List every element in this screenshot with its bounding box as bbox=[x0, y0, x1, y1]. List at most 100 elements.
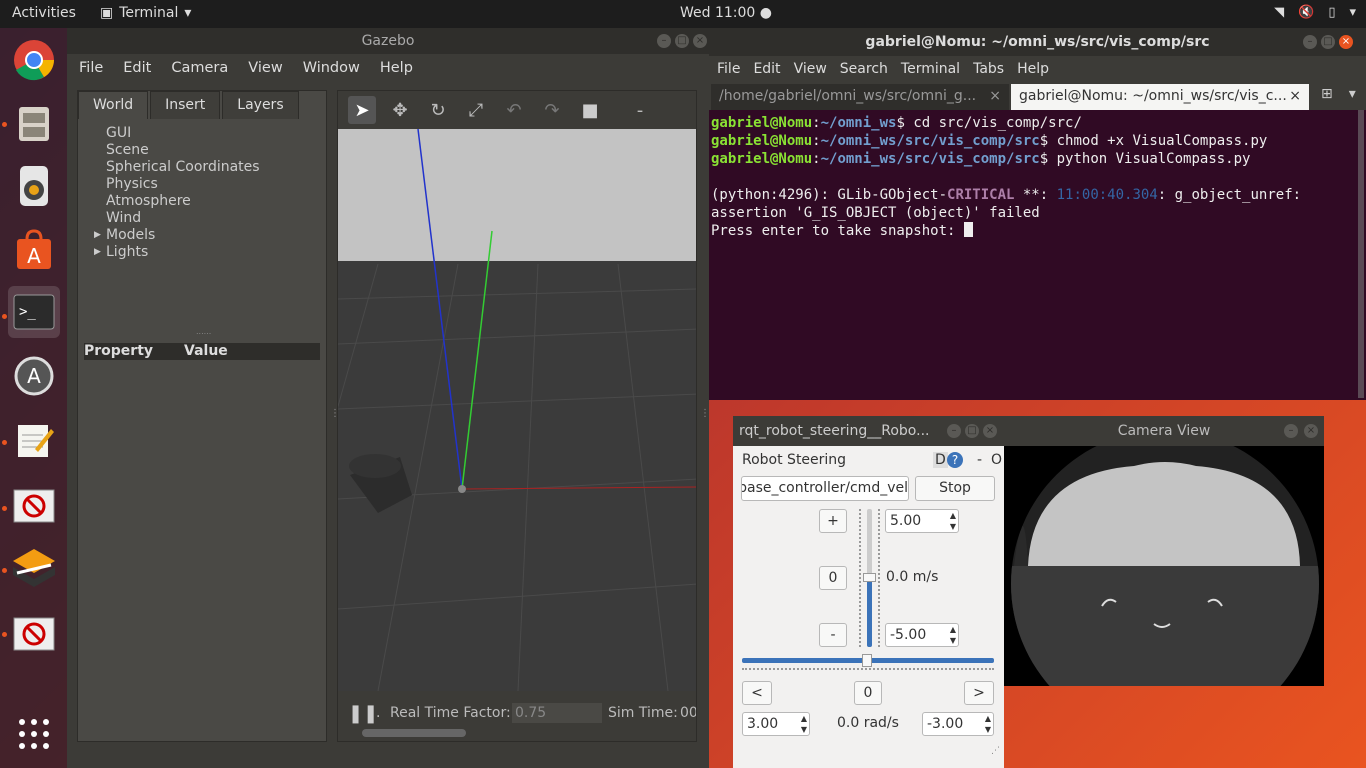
resize-grip-icon[interactable]: ⋰ bbox=[991, 746, 1000, 756]
maximize-button[interactable]: □ bbox=[675, 34, 689, 48]
decrease-linear-button[interactable]: - bbox=[819, 623, 847, 647]
panel-splitter[interactable]: ⋮ bbox=[330, 408, 340, 419]
close-button[interactable]: × bbox=[1304, 424, 1318, 438]
close-tab-icon[interactable]: × bbox=[989, 88, 1001, 104]
zero-linear-button[interactable]: 0 bbox=[819, 566, 847, 590]
menu-view[interactable]: View bbox=[794, 56, 827, 82]
unknown-app-launcher[interactable] bbox=[8, 480, 60, 532]
rotate-icon[interactable]: ↻ bbox=[424, 96, 452, 124]
chrome-launcher[interactable] bbox=[8, 34, 60, 86]
menu-view[interactable]: View bbox=[248, 54, 282, 82]
tab-insert[interactable]: Insert bbox=[150, 91, 221, 119]
slider-handle[interactable] bbox=[863, 573, 876, 582]
expand-arrow-icon[interactable]: ▶ bbox=[94, 227, 101, 244]
terminal-scrollbar[interactable] bbox=[1358, 110, 1364, 398]
tree-item-models[interactable]: ▶ Models bbox=[94, 227, 260, 244]
menu-tabs[interactable]: Tabs bbox=[973, 56, 1004, 82]
box-shape-icon[interactable]: ■ bbox=[576, 96, 604, 124]
camera-title-bar[interactable]: Camera View – × bbox=[1004, 416, 1324, 446]
software-center-launcher[interactable]: A bbox=[8, 224, 60, 276]
tree-item-atmosphere[interactable]: Atmosphere bbox=[106, 193, 260, 210]
new-tab-icon[interactable]: ⊞ bbox=[1321, 86, 1333, 110]
unknown-app-launcher-2[interactable] bbox=[8, 608, 60, 660]
terminal-title-bar[interactable]: gabriel@Nomu: ~/omni_ws/src/vis_comp/src bbox=[709, 28, 1366, 56]
max-linear-spinbox[interactable]: 5.00 ▲ ▼ bbox=[885, 509, 959, 533]
linear-velocity-slider[interactable] bbox=[859, 509, 881, 647]
menu-edit[interactable]: Edit bbox=[753, 56, 780, 82]
tab-world[interactable]: World bbox=[78, 91, 149, 119]
tree-item-gui[interactable]: GUI bbox=[106, 125, 260, 142]
system-tray[interactable]: ◥ 🔇 ▯ ▾ bbox=[1274, 5, 1356, 20]
spin-arrows-icon[interactable]: ▲ ▼ bbox=[950, 624, 956, 646]
scale-icon[interactable]: ⤢ bbox=[462, 96, 490, 124]
menu-search[interactable]: Search bbox=[840, 56, 888, 82]
tree-item-spherical-coordinates[interactable]: Spherical Coordinates bbox=[106, 159, 260, 176]
more-options-icon[interactable]: - bbox=[626, 96, 654, 124]
gazebo-title-bar[interactable]: Gazebo bbox=[67, 28, 709, 54]
angular-velocity-slider[interactable] bbox=[742, 654, 994, 674]
3d-viewport[interactable]: ➤ ✥ ↻ ⤢ ↶ ↷ ■ - ❚❚ . Real Time Factor: 0… bbox=[337, 90, 697, 742]
text-editor-launcher[interactable] bbox=[8, 414, 60, 466]
help-icon[interactable]: ? bbox=[947, 452, 963, 468]
redo-icon[interactable]: ↷ bbox=[538, 96, 566, 124]
menu-camera[interactable]: Camera bbox=[171, 54, 228, 82]
undo-icon[interactable]: ↶ bbox=[500, 96, 528, 124]
spin-arrows-icon[interactable]: ▲ ▼ bbox=[985, 713, 991, 735]
select-arrow-icon[interactable]: ➤ bbox=[348, 96, 376, 124]
expand-arrow-icon[interactable]: ▶ bbox=[94, 244, 101, 261]
menu-help[interactable]: Help bbox=[380, 54, 413, 82]
chevron-down-icon[interactable]: ▾ bbox=[1349, 86, 1356, 110]
app-menu[interactable]: ▣ Terminal ▾ bbox=[100, 5, 191, 21]
stop-button[interactable]: Stop bbox=[915, 476, 995, 501]
turn-right-button[interactable]: > bbox=[964, 681, 994, 705]
menu-file[interactable]: File bbox=[717, 56, 740, 82]
terminal-launcher[interactable]: >_ bbox=[8, 286, 60, 338]
close-button[interactable]: × bbox=[983, 424, 997, 438]
tab-layers[interactable]: Layers bbox=[222, 91, 299, 119]
spin-arrows-icon[interactable]: ▲ ▼ bbox=[950, 510, 956, 532]
terminal-tab-2[interactable]: gabriel@Nomu: ~/omni_ws/src/vis_c... × bbox=[1011, 84, 1309, 110]
maximize-button[interactable]: □ bbox=[1321, 35, 1335, 49]
horizontal-scrollbar[interactable] bbox=[362, 729, 466, 737]
maximize-button[interactable]: □ bbox=[965, 424, 979, 438]
minimize-button[interactable]: – bbox=[1284, 424, 1298, 438]
minimize-button[interactable]: – bbox=[1303, 35, 1317, 49]
min-angular-spinbox[interactable]: -3.00 ▲ ▼ bbox=[922, 712, 994, 736]
menu-terminal[interactable]: Terminal bbox=[901, 56, 960, 82]
gazebo-launcher[interactable] bbox=[8, 542, 60, 594]
dock-toggle-button[interactable]: D bbox=[933, 452, 948, 468]
topic-input[interactable]: base_controller/cmd_vel bbox=[741, 476, 909, 501]
panel-splitter-right[interactable]: ⋮ bbox=[700, 408, 710, 419]
menu-file[interactable]: File bbox=[79, 54, 103, 82]
slider-handle[interactable] bbox=[862, 654, 872, 667]
tree-item-physics[interactable]: Physics bbox=[106, 176, 260, 193]
menu-window[interactable]: Window bbox=[303, 54, 360, 82]
close-button[interactable]: × bbox=[1339, 35, 1353, 49]
close-tab-icon[interactable]: × bbox=[1289, 88, 1301, 104]
turn-left-button[interactable]: < bbox=[742, 681, 772, 705]
activities-button[interactable]: Activities bbox=[12, 5, 76, 21]
menu-edit[interactable]: Edit bbox=[123, 54, 151, 82]
increase-linear-button[interactable]: + bbox=[819, 509, 847, 533]
terminal-tab-1[interactable]: /home/gabriel/omni_ws/src/omni_g... × bbox=[711, 84, 1009, 110]
files-launcher[interactable] bbox=[8, 98, 60, 150]
spin-arrows-icon[interactable]: ▲ ▼ bbox=[801, 713, 807, 735]
tree-item-scene[interactable]: Scene bbox=[106, 142, 260, 159]
minimize-plugin-button[interactable]: - bbox=[977, 452, 982, 468]
max-angular-spinbox[interactable]: 3.00 ▲ ▼ bbox=[742, 712, 810, 736]
minimize-button[interactable]: – bbox=[657, 34, 671, 48]
clock[interactable]: Wed 11:00 ● bbox=[680, 5, 772, 21]
splitter-handle[interactable]: ...... bbox=[196, 327, 211, 336]
show-applications-button[interactable] bbox=[8, 708, 60, 760]
terminal-output[interactable]: gabriel@Nomu:~/omni_ws$ cd src/vis_comp/… bbox=[709, 110, 1366, 244]
close-plugin-button[interactable]: O bbox=[991, 452, 1002, 468]
menu-help[interactable]: Help bbox=[1017, 56, 1049, 82]
pause-icon[interactable]: ❚❚ bbox=[348, 703, 378, 724]
zero-angular-button[interactable]: 0 bbox=[854, 681, 882, 705]
rqt-title-bar[interactable]: rqt_robot_steering__Robo... – □ × bbox=[733, 416, 1004, 446]
min-linear-spinbox[interactable]: -5.00 ▲ ▼ bbox=[885, 623, 959, 647]
updater-launcher[interactable]: A bbox=[8, 350, 60, 402]
tree-item-lights[interactable]: ▶ Lights bbox=[94, 244, 260, 261]
tree-item-wind[interactable]: Wind bbox=[106, 210, 260, 227]
rhythmbox-launcher[interactable] bbox=[8, 160, 60, 212]
